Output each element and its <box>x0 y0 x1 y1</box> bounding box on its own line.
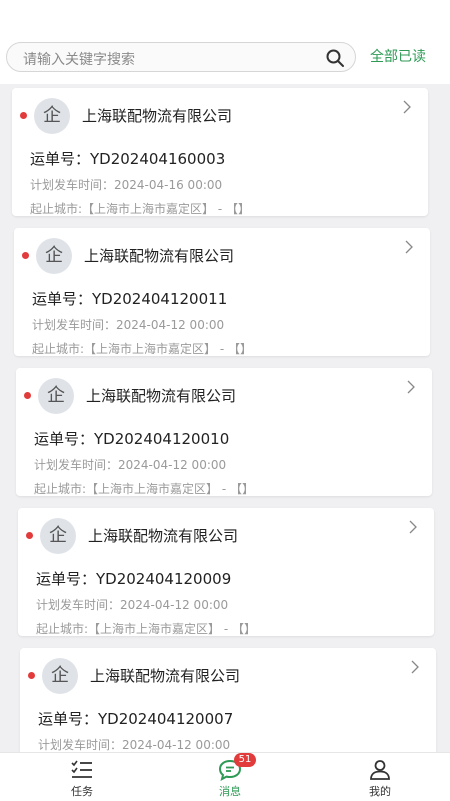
route-cities: 起止城市:【上海市上海市嘉定区】 - 【】 <box>34 482 255 496</box>
bottom-tab-bar: 任务 51 消息 我的 <box>0 752 450 801</box>
unread-count-badge: 51 <box>234 753 256 767</box>
search-input[interactable]: 请输入关键字搜索 <box>6 42 356 72</box>
planned-departure-time: 计划发车时间：2024-04-12 00:00 <box>32 318 225 332</box>
search-header: 请输入关键字搜索 全部已读 <box>0 0 450 84</box>
tab-profile[interactable]: 我的 <box>340 753 420 801</box>
message-card[interactable]: 企 上海联配物流有限公司 运单号：YD202404120011 计划发车时间：2… <box>14 228 430 356</box>
chevron-right-icon <box>405 240 413 254</box>
unread-dot <box>24 392 31 399</box>
tab-profile-label: 我的 <box>369 785 391 798</box>
mark-all-read-button[interactable]: 全部已读 <box>370 46 426 66</box>
route-cities: 起止城市:【上海市上海市嘉定区】 - 【】 <box>30 202 251 216</box>
chevron-right-icon <box>409 520 417 534</box>
user-icon <box>370 760 390 780</box>
company-name: 上海联配物流有限公司 <box>88 527 239 545</box>
unread-dot <box>26 532 33 539</box>
planned-departure-time: 计划发车时间：2024-04-12 00:00 <box>34 458 227 472</box>
company-avatar: 企 <box>38 378 74 414</box>
tab-tasks-label: 任务 <box>71 785 93 798</box>
planned-departure-time: 计划发车时间：2024-04-16 00:00 <box>30 178 223 192</box>
chevron-right-icon <box>407 380 415 394</box>
company-name: 上海联配物流有限公司 <box>90 667 241 685</box>
message-card[interactable]: 企 上海联配物流有限公司 运单号：YD202404120010 计划发车时间：2… <box>16 368 432 496</box>
planned-departure-time: 计划发车时间：2024-04-12 00:00 <box>38 738 231 752</box>
unread-dot <box>28 672 35 679</box>
chevron-right-icon <box>403 100 411 114</box>
search-placeholder: 请输入关键字搜索 <box>23 52 135 68</box>
route-cities: 起止城市:【上海市上海市嘉定区】 - 【】 <box>36 622 257 636</box>
task-list-icon <box>71 760 92 778</box>
message-card[interactable]: 企 上海联配物流有限公司 运单号：YD202404120009 计划发车时间：2… <box>18 508 434 636</box>
company-name: 上海联配物流有限公司 <box>84 247 235 265</box>
company-avatar: 企 <box>36 238 72 274</box>
company-avatar: 企 <box>40 518 76 554</box>
message-list: 企 上海联配物流有限公司 运单号：YD202404160003 计划发车时间：2… <box>0 84 450 752</box>
waybill-number: 运单号：YD202404120011 <box>32 290 228 308</box>
company-avatar: 企 <box>34 98 70 134</box>
route-cities: 起止城市:【上海市上海市嘉定区】 - 【】 <box>32 342 253 356</box>
company-name: 上海联配物流有限公司 <box>82 107 233 125</box>
chevron-right-icon <box>411 660 419 674</box>
company-avatar: 企 <box>42 658 78 694</box>
tab-messages-label: 消息 <box>219 785 241 798</box>
waybill-number: 运单号：YD202404160003 <box>30 150 226 168</box>
planned-departure-time: 计划发车时间：2024-04-12 00:00 <box>36 598 229 612</box>
company-name: 上海联配物流有限公司 <box>86 387 237 405</box>
search-icon[interactable] <box>325 48 345 68</box>
tab-tasks[interactable]: 任务 <box>42 753 122 801</box>
waybill-number: 运单号：YD202404120009 <box>36 570 232 588</box>
waybill-number: 运单号：YD202404120010 <box>34 430 230 448</box>
waybill-number: 运单号：YD202404120007 <box>38 710 234 728</box>
tab-messages[interactable]: 51 消息 <box>190 753 270 801</box>
unread-dot <box>22 252 29 259</box>
message-card[interactable]: 企 上海联配物流有限公司 运单号：YD202404120007 计划发车时间：2… <box>20 648 436 752</box>
unread-dot <box>20 112 27 119</box>
message-card[interactable]: 企 上海联配物流有限公司 运单号：YD202404160003 计划发车时间：2… <box>12 88 428 216</box>
